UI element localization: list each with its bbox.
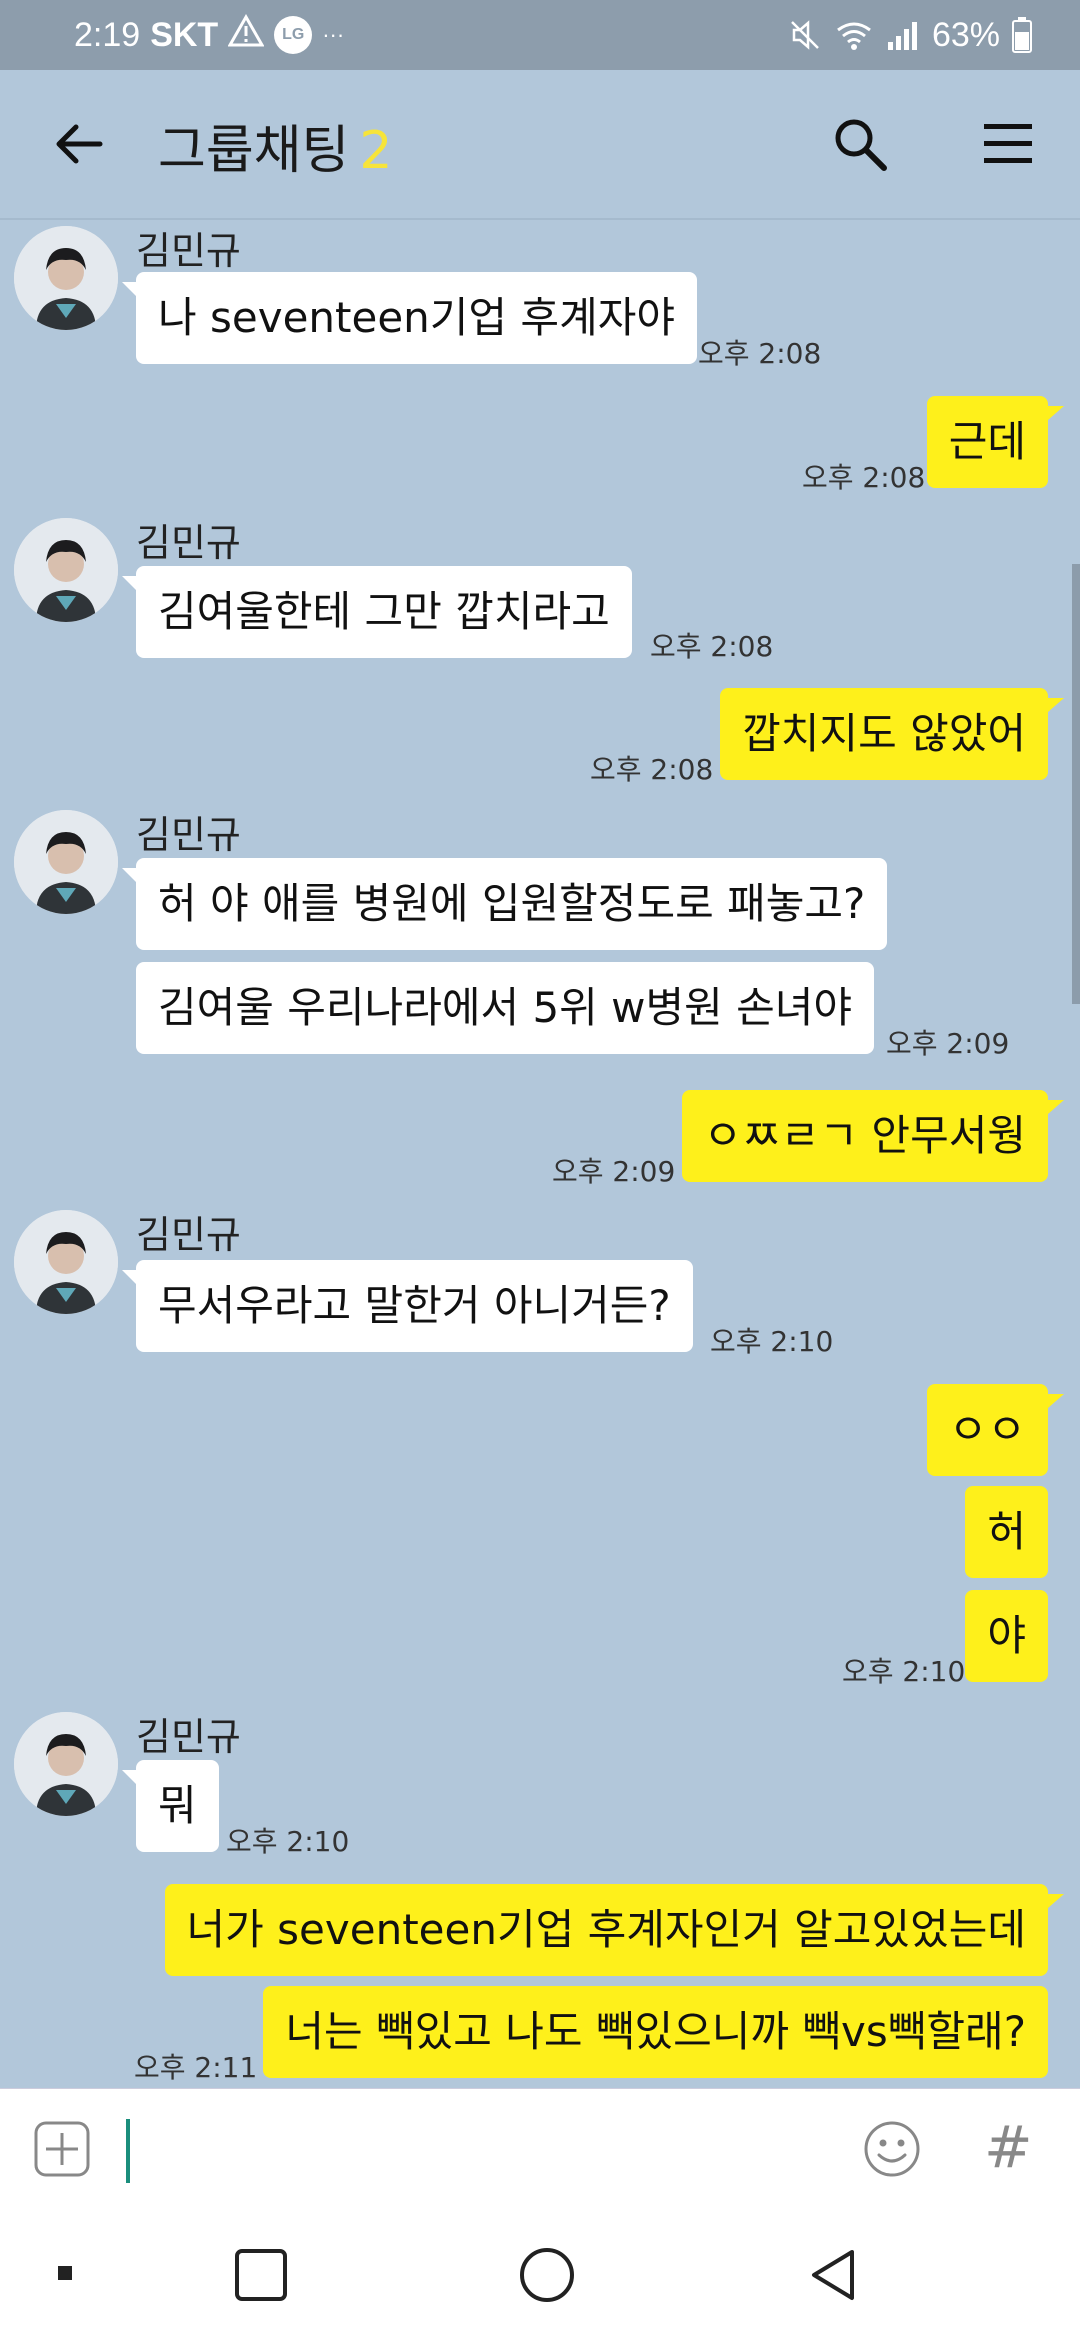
battery-icon [1012, 17, 1032, 53]
attach-plus-icon[interactable] [34, 2121, 90, 2177]
home-icon[interactable] [518, 2246, 576, 2304]
sender-name: 김민규 [136, 813, 241, 857]
sent-message[interactable]: 깝치지도 않았어 [720, 688, 1064, 780]
received-message[interactable]: 김여울한테 그만 깝치라고 [122, 566, 632, 658]
received-message[interactable]: 무서우라고 말한거 아니거든? [122, 1260, 693, 1352]
sender-name: 김민규 [136, 1213, 241, 1257]
chat-header: 그룹채팅 2 [0, 70, 1080, 220]
back-arrow-icon[interactable] [52, 118, 104, 170]
chat-title-text: 그룹채팅 [158, 121, 350, 181]
message-time: 오후 2:09 [552, 1155, 676, 1188]
nav-dot-icon[interactable] [56, 2264, 74, 2282]
sent-message[interactable]: 야 [965, 1590, 1048, 1682]
search-icon[interactable] [832, 116, 888, 172]
received-message[interactable]: 나 seventeen기업 후계자야 [122, 272, 697, 364]
sender-name: 김민규 [136, 229, 241, 273]
message-time: 오후 2:10 [710, 1325, 834, 1358]
status-bar: 2:19 SKT LG ··· 63% [0, 0, 1080, 70]
avatar[interactable] [14, 1712, 118, 1816]
received-message[interactable]: 뭐 [122, 1760, 219, 1852]
system-navigation-bar [0, 2214, 1080, 2340]
message-time: 오후 2:10 [842, 1655, 966, 1688]
avatar[interactable] [14, 810, 118, 914]
chat-messages[interactable]: 김민규 나 seventeen기업 후계자야 오후 2:08 근데 오후 2:0… [0, 220, 1080, 2086]
hamburger-menu-icon[interactable] [982, 120, 1034, 168]
mute-icon [788, 18, 822, 52]
wifi-icon [834, 18, 874, 52]
sent-message[interactable]: ㅇㅇ [926, 1384, 1065, 1476]
sent-message[interactable]: 너는 빽있고 나도 빽있으니까 빽vs빽할래? [263, 1986, 1048, 2078]
signal-icon [886, 18, 920, 52]
avatar[interactable] [14, 226, 118, 330]
message-input-bar: # [0, 2088, 1080, 2215]
message-time: 오후 2:09 [886, 1027, 1010, 1060]
avatar[interactable] [14, 1210, 118, 1314]
received-message[interactable]: 김여울 우리나라에서 5위 w병원 손녀야 [136, 962, 875, 1054]
message-time: 오후 2:08 [650, 630, 774, 663]
message-time: 오후 2:08 [698, 337, 822, 370]
chat-title: 그룹채팅 2 [158, 108, 392, 183]
message-time: 오후 2:11 [134, 2051, 258, 2084]
sent-message[interactable]: 너가 seventeen기업 후계자인거 알고있었는데 [164, 1884, 1065, 1976]
member-count: 2 [359, 121, 393, 181]
warning-icon [227, 13, 265, 57]
recent-apps-icon[interactable] [234, 2248, 288, 2302]
lg-badge-icon: LG [274, 16, 313, 54]
sent-message[interactable]: ㅇㅉㄹㄱ 안무서웡 [681, 1090, 1065, 1182]
status-carrier: SKT [150, 15, 219, 54]
message-time: 오후 2:08 [802, 461, 926, 494]
message-time: 오후 2:10 [226, 1825, 350, 1858]
emoji-icon[interactable] [862, 2119, 922, 2179]
sender-name: 김민규 [136, 1715, 241, 1759]
received-message[interactable]: 허 야 애를 병원에 입원할정도로 패놓고? [121, 858, 888, 950]
hashtag-search-button[interactable]: # [984, 2113, 1033, 2181]
sent-message[interactable]: 근데 [926, 396, 1065, 488]
message-time: 오후 2:08 [590, 753, 714, 786]
sender-name: 김민규 [136, 521, 241, 565]
message-input-field[interactable] [126, 2119, 130, 2183]
avatar[interactable] [14, 518, 118, 622]
status-time: 2:19 [74, 15, 141, 54]
sent-message[interactable]: 허 [965, 1486, 1048, 1578]
battery-percent: 63% [931, 15, 1000, 54]
more-notifications-icon: ··· [322, 22, 345, 47]
scrollbar[interactable] [1072, 564, 1080, 1004]
back-nav-icon[interactable] [808, 2248, 858, 2302]
